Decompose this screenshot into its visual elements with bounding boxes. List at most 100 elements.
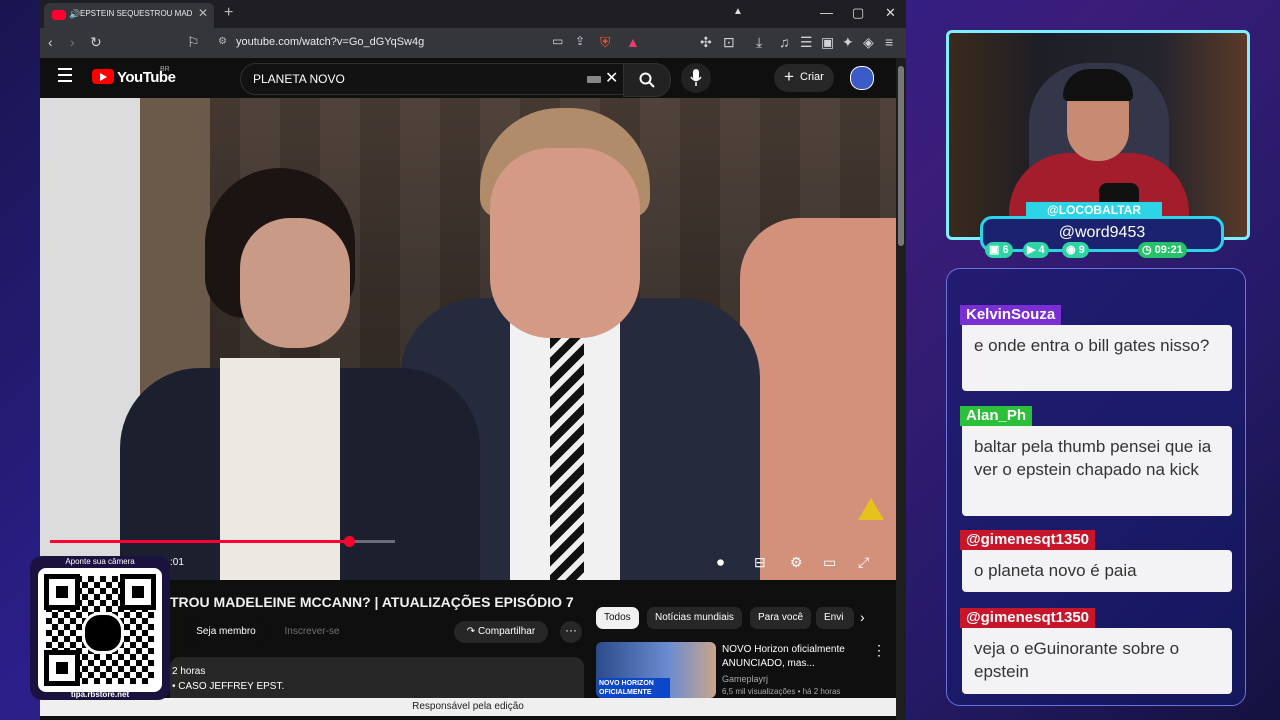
menu-icon[interactable]: ≡ [885, 34, 893, 50]
video-time: :01 [170, 557, 184, 568]
status-text: Responsável pela edição [412, 701, 524, 712]
search-button[interactable] [623, 63, 671, 97]
chat-username: @gimenesqt1350 [960, 608, 1096, 628]
close-window-button[interactable]: ✕ [885, 5, 896, 21]
create-button[interactable]: + Criar [774, 64, 834, 92]
youtube-viewers: 4 [1038, 244, 1045, 256]
chip-world-news[interactable]: Notícias mundiais [647, 607, 742, 629]
qr-finder [120, 574, 156, 610]
channel-name: @LOCOBALTAR [1026, 202, 1162, 218]
close-tab-icon[interactable]: ✕ [198, 6, 208, 20]
youtube-logo-icon[interactable] [92, 69, 114, 84]
subscribe-button[interactable]: Inscrever-se [270, 621, 354, 643]
video-frame-face [240, 218, 350, 348]
new-tab-button[interactable]: + [224, 4, 233, 22]
chip-more[interactable]: Envi [816, 607, 854, 629]
scrubber-handle[interactable] [344, 536, 355, 547]
share-label: Compartilhar [477, 626, 536, 637]
youtube-header: YouTube BR PLANETA NOVO ✕ + Criar [40, 58, 896, 98]
warning-icon [858, 498, 884, 520]
tab-active[interactable]: 🔊 EPSTEIN SEQUESTROU MADELEINE ✕ [44, 3, 214, 28]
recommended-thumbnail[interactable]: NOVO HORIZON OFICIALMENTE [596, 642, 716, 698]
share-button[interactable]: ↷ Compartilhar [454, 621, 548, 643]
twitch-viewers: 6 [1002, 244, 1009, 256]
video-player[interactable]: :01 ⏺ ⊟ ⚙ ▭ ⤢ [40, 98, 896, 580]
minimize-button[interactable]: — [820, 5, 833, 20]
description-box[interactable]: 2 horas • CASO JEFFREY EPST. [170, 657, 584, 698]
settings-icon[interactable]: ⚙ [790, 554, 803, 571]
site-info-icon[interactable]: ⚙ [218, 36, 227, 47]
more-options-icon[interactable]: ⋮ [872, 642, 886, 659]
join-button[interactable]: Seja membro [184, 621, 268, 643]
chat-message: baltar pela thumb pensei que ia ver o ep… [962, 426, 1232, 516]
webcam-hair [1063, 69, 1133, 101]
fullscreen-icon[interactable]: ⤢ [858, 554, 869, 571]
vpn-icon[interactable]: ◈ [863, 34, 874, 51]
twitch-icon: ▣ [989, 244, 1003, 256]
back-icon[interactable]: ‹ [48, 34, 53, 50]
tab-bar: 🔊 EPSTEIN SEQUESTROU MADELEINE ✕ + ▲ — ▢… [40, 0, 906, 28]
recommended-title[interactable]: NOVO Horizon oficialmente ANUNCIADO, mas… [722, 643, 862, 671]
video-frame-face [490, 148, 640, 338]
thumbnail-text: NOVO HORIZON OFICIALMENTE [598, 678, 670, 698]
keyboard-icon[interactable] [587, 76, 601, 83]
audio-icon[interactable]: 🔊 [69, 9, 80, 20]
media-icon[interactable]: ♫ [779, 34, 790, 50]
reload-icon[interactable]: ↻ [90, 34, 102, 51]
search-input[interactable]: PLANETA NOVO ✕ [240, 63, 624, 95]
screenshot-icon[interactable]: ⊡ [723, 34, 735, 51]
theater-mode-icon[interactable]: ▭ [823, 554, 836, 571]
video-frame-person [740, 218, 896, 580]
region-label: BR [160, 66, 170, 73]
status-bar: Responsável pela edição [40, 698, 896, 716]
recommended-meta: 6,5 mil visualizações • há 2 horas [722, 687, 841, 696]
reading-list-icon[interactable]: ☰ [800, 34, 813, 51]
brave-rewards-icon[interactable]: ▲ [626, 34, 640, 50]
twitch-count: ▣ 6 [985, 242, 1013, 258]
chat-message: veja o eGuinorante sobre o epstein [962, 628, 1232, 694]
youtube-favicon-icon [52, 10, 66, 20]
kick-viewers: 9 [1078, 244, 1085, 256]
plus-icon: + [784, 67, 794, 86]
voice-search-button[interactable] [681, 63, 711, 93]
chat-username: KelvinSouza [960, 305, 1062, 325]
youtube-count: ▶ 4 [1023, 242, 1049, 258]
forward-icon[interactable]: › [70, 34, 75, 50]
wallet-icon[interactable]: ▣ [821, 34, 834, 51]
clock-icon: ◷ [1142, 244, 1155, 256]
chip-all[interactable]: Todos [596, 607, 639, 629]
video-frame-shirt [220, 358, 340, 580]
extensions-icon[interactable]: ✣ [700, 34, 712, 51]
account-avatar[interactable] [850, 66, 874, 90]
bookmark-icon[interactable]: ⚐ [187, 34, 200, 51]
search-icon [639, 72, 655, 88]
brave-shield-icon[interactable]: ⛨ [600, 34, 611, 51]
chat-message: e onde entra o bill gates nisso? [962, 325, 1232, 391]
scrollbar[interactable] [896, 58, 906, 720]
subtitles-icon[interactable]: ⊟ [754, 554, 766, 571]
scrollbar-thumb[interactable] [898, 66, 904, 246]
maximize-button[interactable]: ▢ [852, 5, 864, 21]
chip-for-you[interactable]: Para você [750, 607, 812, 629]
chevron-right-icon[interactable]: › [860, 609, 865, 625]
download-icon[interactable]: ⤓ [756, 34, 762, 51]
more-actions-icon[interactable]: ··· [560, 621, 582, 643]
autoplay-toggle-icon[interactable]: ⏺ [717, 554, 724, 571]
qr-code [38, 568, 162, 692]
qr-widget: Aponte sua câmera tipa.rbstore.net [30, 556, 170, 700]
youtube-icon: ▶ [1027, 244, 1039, 256]
timer-value: 09:21 [1154, 244, 1183, 256]
share-page-icon[interactable]: ⇪ [575, 34, 585, 48]
clear-search-icon[interactable]: ✕ [605, 68, 618, 88]
leo-icon[interactable]: ✦ [842, 34, 854, 51]
cursor-icon: ▲ [733, 6, 743, 17]
hamburger-menu-icon[interactable] [58, 68, 72, 86]
address-bar[interactable]: ⚙ youtube.com/watch?v=Go_dGYqSw4g [216, 31, 636, 55]
video-frame-tie [550, 318, 584, 580]
recommended-channel[interactable]: Gameplayrj [722, 674, 768, 684]
video-title: TROU MADELEINE MCCANN? | ATUALIZAÇÕES EP… [170, 594, 574, 610]
chat-message: o planeta novo é paia [962, 550, 1232, 592]
search-value: PLANETA NOVO [253, 72, 345, 86]
cast-icon[interactable]: ▭ [552, 34, 563, 48]
kick-count: ◉ 9 [1062, 242, 1089, 258]
